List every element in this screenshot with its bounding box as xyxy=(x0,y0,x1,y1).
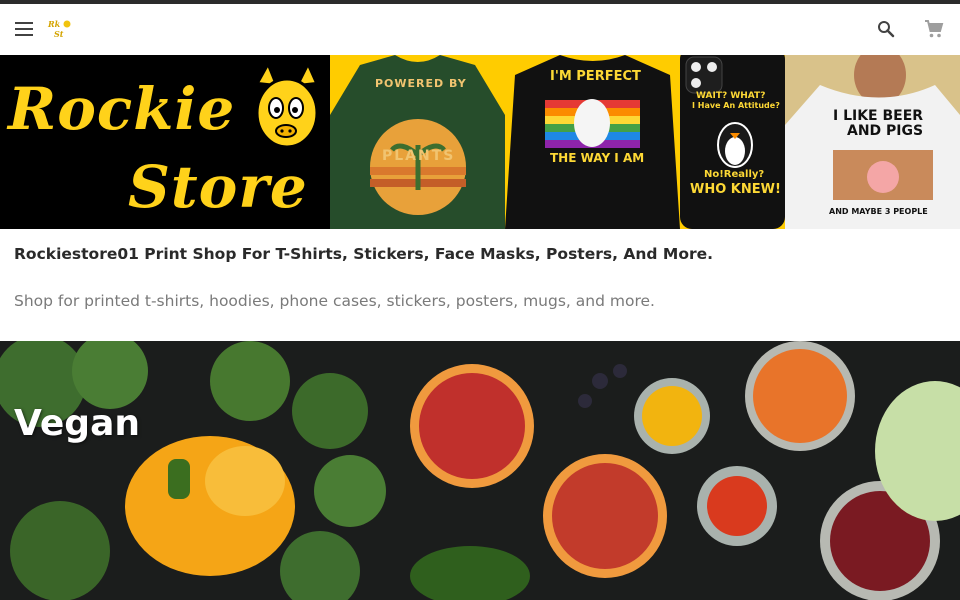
perfect-shirt-line1: I'M PERFECT xyxy=(550,69,641,84)
shopping-cart-icon xyxy=(925,20,944,38)
shop-title: Rockiestore01 Print Shop For T-Shirts, S… xyxy=(14,245,714,263)
phone-case-image xyxy=(680,55,785,229)
vegan-collection-image xyxy=(0,341,960,600)
brand-name-line2: Store xyxy=(128,153,308,221)
menu-icon xyxy=(15,22,33,36)
product-hoodie-beer-pigs: I LIKE BEER AND PIGS AND MAYBE 3 PEOPLE xyxy=(785,55,960,229)
phone-case-line2: I Have An Attitude? xyxy=(692,101,780,110)
svg-text:Rk: Rk xyxy=(47,19,61,29)
hoodie-line1: I LIKE BEER xyxy=(833,108,924,124)
collection-card-vegan[interactable]: Vegan xyxy=(0,341,960,600)
svg-text:St: St xyxy=(54,29,64,39)
hoodie-line2: AND PIGS xyxy=(847,123,924,139)
product-tshirt-plants: POWERED BY PLANTS xyxy=(330,55,505,229)
product-tshirt-perfect: I'M PERFECT THE WAY I AM xyxy=(505,55,680,229)
app-bar: Rk St xyxy=(0,4,960,55)
product-phone-case: WAIT? WHAT? I Have An Attitude? No!Reall… xyxy=(680,55,785,229)
phone-case-line3: No!Really? xyxy=(704,169,765,180)
phone-case-line1: WAIT? WHAT? xyxy=(696,91,766,101)
cart-button[interactable] xyxy=(921,16,947,42)
rockie-store-logo-icon: Rk St xyxy=(46,18,72,40)
plants-shirt-line1: POWERED BY xyxy=(375,77,467,90)
shop-description: Shop for printed t-shirts, hoodies, phon… xyxy=(14,292,655,310)
perfect-shirt-line2: THE WAY I AM xyxy=(550,151,645,165)
search-icon xyxy=(878,21,895,38)
brand-name-line1: Rockie xyxy=(8,75,236,143)
search-button[interactable] xyxy=(873,16,899,42)
store-logo[interactable]: Rk St xyxy=(46,18,72,40)
store-banner[interactable]: Rockie Store POWERED BY PLANTS I'M PERFE… xyxy=(0,55,960,229)
brand-panel: Rockie Store xyxy=(0,55,330,229)
hoodie-image xyxy=(785,55,960,229)
plants-shirt-line2: PLANTS xyxy=(382,148,456,164)
hoodie-line3: AND MAYBE 3 PEOPLE xyxy=(829,207,928,216)
phone-case-line4: WHO KNEW! xyxy=(690,182,781,197)
pig-mascot-icon xyxy=(255,63,319,149)
collection-title: Vegan xyxy=(14,403,140,444)
menu-button[interactable] xyxy=(12,16,38,42)
